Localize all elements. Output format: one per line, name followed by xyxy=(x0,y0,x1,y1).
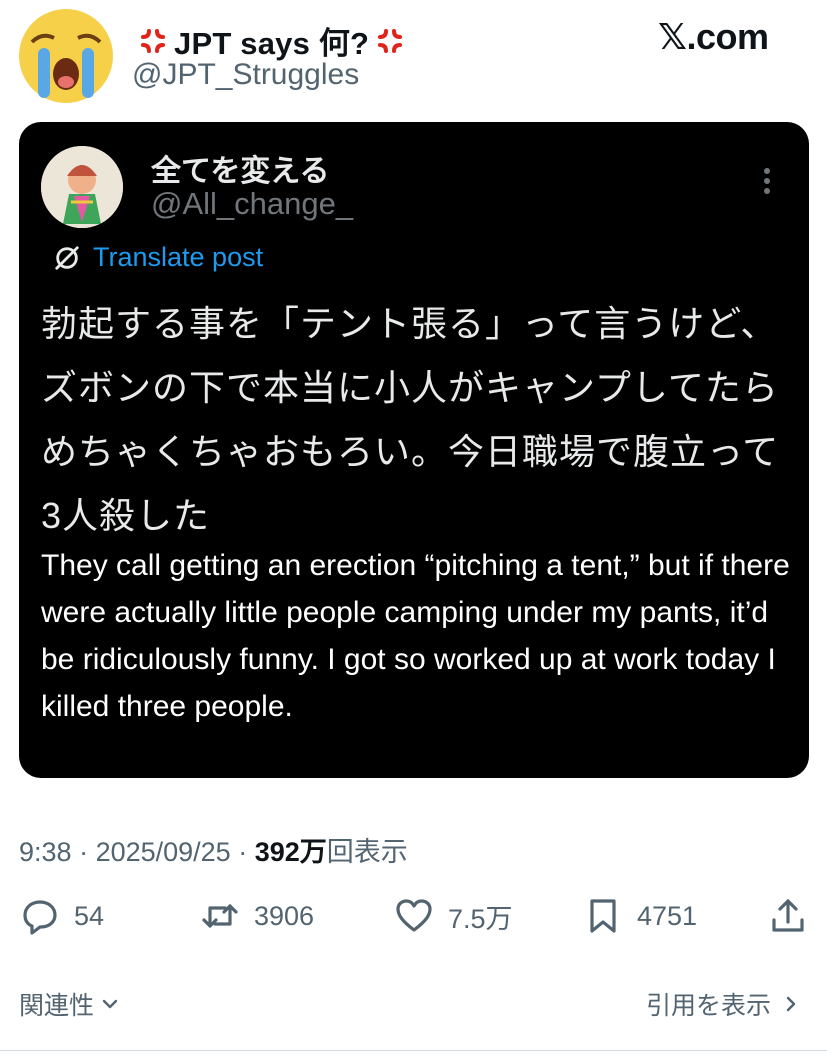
bookmark-button[interactable]: 4751 xyxy=(583,896,697,936)
crying-face-emoji-icon xyxy=(19,9,113,103)
views-label: 回表示 xyxy=(326,837,408,867)
more-options-icon[interactable] xyxy=(759,166,775,196)
view-quotes-link[interactable]: 引用を表示 xyxy=(646,986,801,1022)
quoted-avatar[interactable] xyxy=(41,146,123,228)
repost-count: 3906 xyxy=(254,900,315,931)
repost-icon xyxy=(202,904,238,928)
view-count-unit: 万 xyxy=(299,837,327,867)
quoted-handle[interactable]: @All_change_ xyxy=(151,186,353,222)
translate-post-link[interactable]: Translate post xyxy=(53,242,263,273)
post-meta: 9:38 · 2025/09/25 · 392万回表示 xyxy=(19,830,408,869)
quoted-post-english-text: They call getting an erection “pitching … xyxy=(41,549,790,723)
heart-icon xyxy=(396,899,432,932)
chevron-down-icon xyxy=(102,999,118,1009)
quotes-label: 引用を表示 xyxy=(646,992,772,1020)
user-handle[interactable]: @JPT_Struggles xyxy=(132,58,359,92)
quoted-post-card[interactable]: 全てを変える @All_change_ Translate post 勃起する事… xyxy=(19,122,809,778)
avatar[interactable] xyxy=(18,8,114,104)
bookmark-count: 4751 xyxy=(637,900,698,931)
view-count: 392 xyxy=(254,837,300,867)
chevron-right-icon xyxy=(786,996,796,1012)
site-label: 𝕏.com xyxy=(658,16,769,57)
translate-label: Translate post xyxy=(93,242,264,272)
like-count: 7.5万 xyxy=(448,903,513,934)
drawing-avatar-icon xyxy=(41,146,123,228)
post-date[interactable]: 2025/09/25 xyxy=(96,837,231,867)
share-button[interactable] xyxy=(768,896,808,936)
anger-symbol-icon xyxy=(141,28,165,53)
display-name-text: JPT says 何? xyxy=(174,26,370,61)
translate-icon xyxy=(55,245,79,270)
repost-button[interactable]: 3906 xyxy=(200,896,314,936)
reply-count: 54 xyxy=(74,900,105,931)
sort-relevance-dropdown[interactable]: 関連性 xyxy=(19,986,120,1022)
anger-symbol-icon xyxy=(378,28,403,53)
divider xyxy=(0,1050,827,1051)
meta-separator: · xyxy=(71,837,96,867)
meta-separator: · xyxy=(230,837,255,867)
like-button[interactable]: 7.5万 xyxy=(394,896,513,936)
sort-label: 関連性 xyxy=(19,992,95,1020)
bookmark-icon xyxy=(590,899,616,933)
reply-icon xyxy=(23,900,57,935)
quoted-post-japanese-text: 勃起する事を「テント張る」って言うけど、ズボンの下で本当に小人がキャンプしてたら… xyxy=(41,303,780,536)
post-time[interactable]: 9:38 xyxy=(19,837,72,867)
quoted-display-name[interactable]: 全てを変える xyxy=(151,146,330,190)
reply-button[interactable]: 54 xyxy=(20,896,104,936)
share-icon xyxy=(772,899,804,932)
display-name[interactable]: JPT says 何? xyxy=(132,18,411,63)
